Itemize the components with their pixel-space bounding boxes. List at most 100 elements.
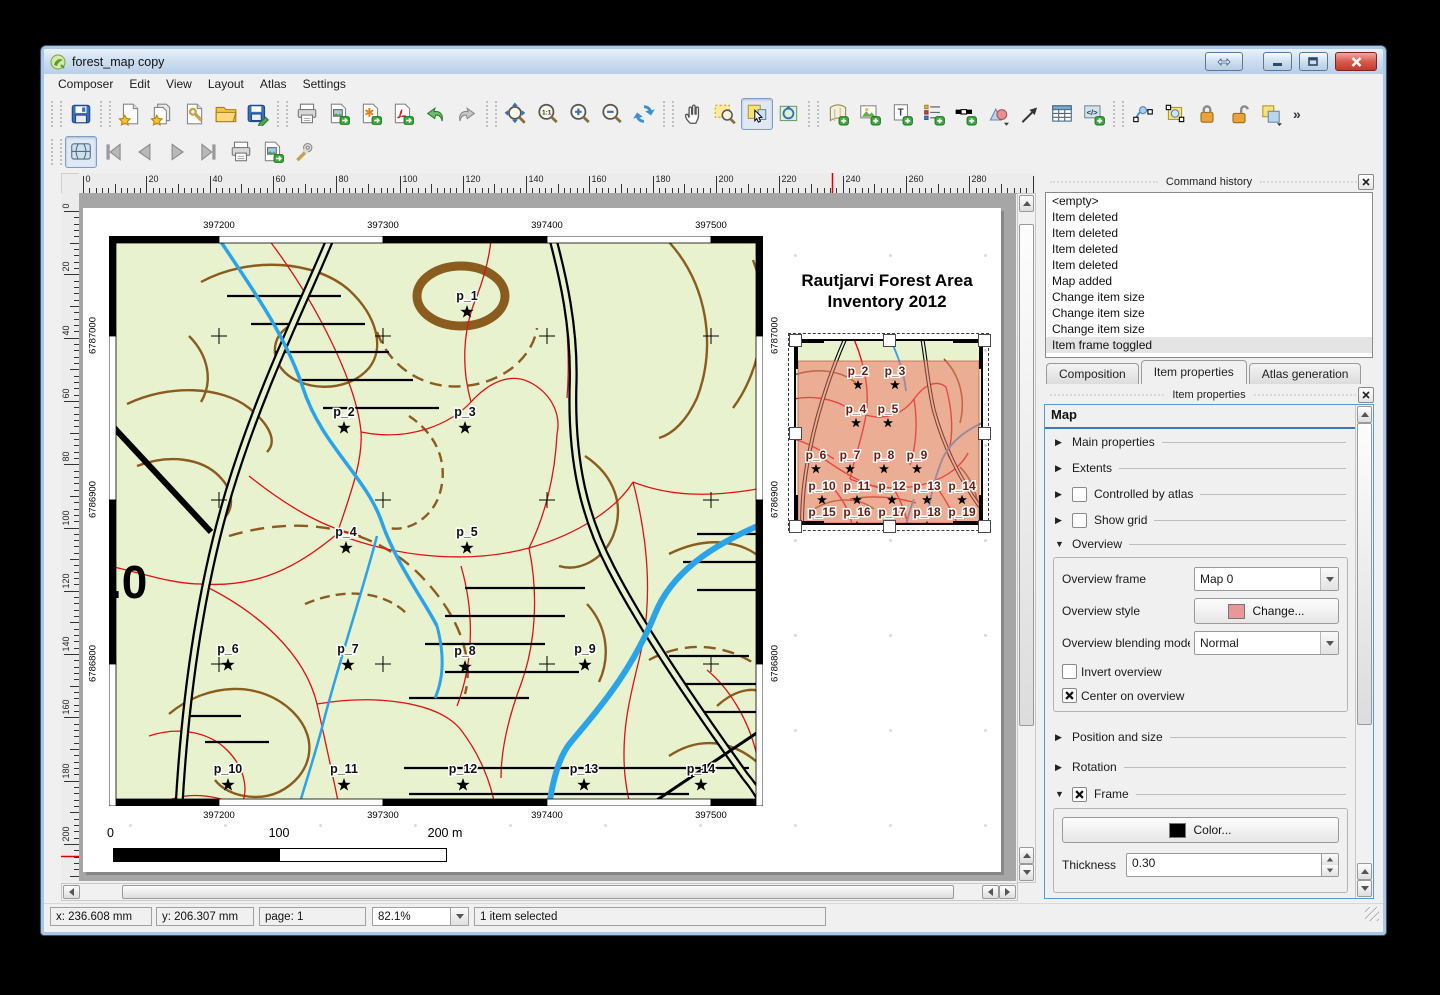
selection-handle[interactable] (883, 334, 896, 347)
lock-selected-items-button[interactable] (1191, 98, 1223, 130)
panel-scroll-up-button-2[interactable] (1357, 863, 1372, 880)
add-new-map-button[interactable] (822, 98, 854, 130)
duplicate-composition-button[interactable] (146, 98, 178, 130)
save-as-template-button[interactable] (242, 98, 274, 130)
selection-handle[interactable] (978, 427, 991, 440)
unlock-all-items-button[interactable] (1223, 98, 1255, 130)
controlled-by-atlas-checkbox[interactable] (1072, 487, 1087, 502)
add-arrow-button[interactable] (1014, 98, 1046, 130)
scroll-left-button-2[interactable] (982, 885, 999, 899)
more-toolbars-button[interactable]: » (1287, 106, 1307, 122)
atlas-settings-button[interactable] (289, 136, 321, 168)
toolbar-grip[interactable] (1113, 101, 1124, 127)
zoom-full-button[interactable] (500, 98, 532, 130)
thickness-spinbox[interactable]: 0.30 (1126, 853, 1339, 877)
toolbar-grip[interactable] (486, 101, 497, 127)
add-html-frame-button[interactable]: </> (1078, 98, 1110, 130)
scroll-up-button[interactable] (1019, 195, 1034, 212)
spin-down-icon[interactable] (1322, 865, 1338, 876)
new-composition-button[interactable] (114, 98, 146, 130)
section-main-properties[interactable]: ▶ Main properties (1045, 429, 1356, 455)
item-properties-close-icon[interactable] (1358, 387, 1374, 403)
selection-handle[interactable] (978, 334, 991, 347)
command-history-close-icon[interactable] (1358, 174, 1374, 190)
print-atlas-button[interactable] (225, 136, 257, 168)
undo-button[interactable] (419, 98, 451, 130)
tab-composition[interactable]: Composition (1046, 363, 1139, 384)
scroll-left-button[interactable] (63, 885, 80, 899)
item-properties-titlebar[interactable]: Item properties (1042, 386, 1376, 403)
menu-composer[interactable]: Composer (50, 75, 121, 93)
menu-settings[interactable]: Settings (295, 75, 354, 93)
last-feature-button[interactable] (193, 136, 225, 168)
menu-edit[interactable]: Edit (121, 75, 158, 93)
zoom-region-button[interactable] (709, 98, 741, 130)
add-basic-shape-button[interactable] (982, 98, 1014, 130)
menu-view[interactable]: View (158, 75, 200, 93)
add-image-button[interactable] (854, 98, 886, 130)
toolbar-grip[interactable] (51, 101, 62, 127)
export-as-image-button[interactable] (323, 98, 355, 130)
spin-up-icon[interactable] (1322, 854, 1338, 865)
title-bar[interactable]: forest_map copy (44, 49, 1383, 74)
move-item-content-button[interactable] (773, 98, 805, 130)
scalebar-item[interactable] (113, 848, 445, 860)
selection-handle[interactable] (789, 520, 802, 533)
horizontal-scrollbar[interactable] (61, 883, 1018, 901)
history-item[interactable]: Item frame toggled (1046, 337, 1372, 353)
edit-nodes-shape-button[interactable] (1127, 98, 1159, 130)
overview-frame-combobox[interactable]: Map 0 (1194, 567, 1339, 591)
zoom-level-combobox[interactable]: 82.1% (372, 907, 469, 926)
add-attribute-table-button[interactable] (1046, 98, 1078, 130)
export-atlas-as-image-button[interactable] (257, 136, 289, 168)
map-title-label[interactable]: Rautjarvi Forest Area Inventory 2012 (737, 270, 1016, 312)
vertical-scrollbar[interactable] (1017, 193, 1036, 883)
open-button[interactable] (210, 98, 242, 130)
show-grid-checkbox[interactable] (1072, 513, 1087, 528)
zoom-actual-size-button[interactable]: 1:1 (532, 98, 564, 130)
save-button[interactable] (65, 98, 97, 130)
redo-button[interactable] (451, 98, 483, 130)
edit-nodes-item-button[interactable] (1159, 98, 1191, 130)
frame-checkbox[interactable] (1072, 787, 1087, 802)
paper-sheet[interactable]: .0 p_1p_1p_2p_2p_3p_3p_4p_4p_5p_5p_6p_6p… (83, 208, 1001, 872)
dock-toggle-button[interactable] (1205, 52, 1243, 71)
toolbar-grip[interactable] (277, 101, 288, 127)
overview-style-change-button[interactable]: Change... (1194, 598, 1339, 624)
composition-canvas[interactable]: .0 p_1p_1p_2p_2p_3p_3p_4p_4p_5p_5p_6p_6p… (79, 193, 1016, 881)
zoom-in-button[interactable] (564, 98, 596, 130)
composition-manager-button[interactable] (178, 98, 210, 130)
toolbar-grip[interactable] (51, 139, 62, 165)
selection-handle[interactable] (883, 520, 896, 533)
history-item[interactable]: Item deleted (1046, 241, 1372, 257)
selection-handle[interactable] (978, 520, 991, 533)
selection-handle[interactable] (789, 334, 802, 347)
select-move-item-button[interactable] (741, 98, 773, 130)
refresh-view-button[interactable] (628, 98, 660, 130)
scroll-down-button[interactable] (1019, 864, 1034, 881)
history-item[interactable]: Item deleted (1046, 225, 1372, 241)
print-button[interactable] (291, 98, 323, 130)
vertical-scroll-thumb[interactable] (1019, 224, 1034, 726)
tab-atlas-generation[interactable]: Atlas generation (1249, 363, 1362, 384)
invert-overview-checkbox[interactable] (1062, 664, 1077, 679)
history-item[interactable]: Change item size (1046, 305, 1372, 321)
pan-button[interactable] (677, 98, 709, 130)
panel-scroll-down-button[interactable] (1357, 880, 1372, 897)
menu-layout[interactable]: Layout (200, 75, 252, 93)
history-item[interactable]: Item deleted (1046, 257, 1372, 273)
add-new-legend-button[interactable] (918, 98, 950, 130)
section-overview[interactable]: ▼ Overview (1045, 533, 1356, 555)
overview-blending-combobox[interactable]: Normal (1194, 631, 1339, 655)
toolbar-grip[interactable] (100, 101, 111, 127)
next-feature-button[interactable] (161, 136, 193, 168)
group-items-button[interactable] (1255, 98, 1287, 130)
close-button[interactable] (1335, 52, 1377, 71)
history-item[interactable]: Map added (1046, 273, 1372, 289)
add-new-label-button[interactable]: T (886, 98, 918, 130)
frame-color-button[interactable]: Color... (1062, 817, 1339, 843)
window-resize-grip[interactable] (1365, 907, 1379, 921)
section-show-grid[interactable]: ▶ Show grid (1045, 507, 1356, 533)
panel-scroll-thumb[interactable] (1357, 423, 1372, 725)
scroll-right-button[interactable] (999, 885, 1016, 899)
